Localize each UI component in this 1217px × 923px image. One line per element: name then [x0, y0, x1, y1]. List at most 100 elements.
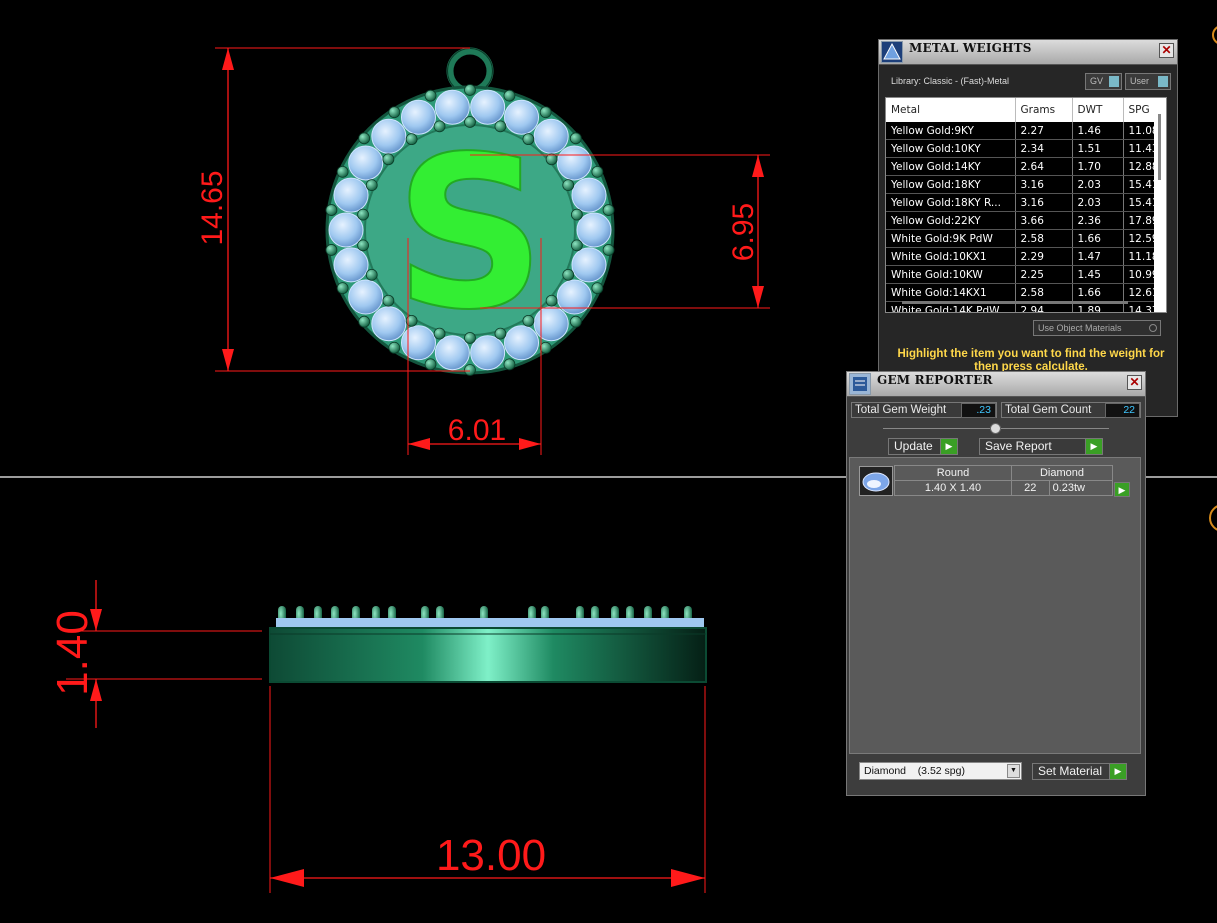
table-row[interactable]: Yellow Gold:14KY 2.64 1.70 12.88 [886, 157, 1164, 176]
table-cell: 2.03 [1072, 175, 1124, 194]
table-row[interactable]: Yellow Gold:18KY R... 3.16 2.03 15.41 [886, 193, 1164, 212]
round-diamond-icon [859, 466, 893, 496]
prong [545, 294, 558, 307]
metal-table-header[interactable]: Grams [1015, 98, 1073, 122]
metal-table-horizontal-scrollbar[interactable] [902, 301, 1128, 304]
dimension-letter-height-label: 6.95 [727, 203, 760, 261]
table-row[interactable]: Yellow Gold:10KY 2.34 1.51 11.43 [886, 139, 1164, 158]
gem-reporter-titlebar[interactable]: GEM REPORTER ✕ [847, 372, 1145, 397]
gem-row-arrow-icon[interactable]: ▶ [1114, 482, 1130, 497]
metal-table[interactable]: Metal Grams DWT SPG Yellow Gold:9KY 2.27 1.46… [885, 97, 1167, 313]
metal-table-header[interactable]: DWT [1072, 98, 1124, 122]
metal-weights-close-icon[interactable]: ✕ [1159, 43, 1174, 58]
metal-table-header[interactable]: Metal [886, 98, 1016, 122]
halo-gem [571, 247, 607, 283]
dropdown-arrow-icon: ▼ [1007, 764, 1020, 778]
prong [562, 268, 575, 281]
table-cell: 2.64 [1015, 157, 1073, 176]
user-toggle[interactable]: User [1125, 73, 1171, 90]
table-cell: 2.58 [1015, 283, 1073, 302]
halo-gem [571, 177, 607, 213]
save-report-button[interactable]: Save Report ▶ [979, 438, 1103, 455]
material-select[interactable]: Diamond (3.52 spg) ▼ [859, 762, 1022, 780]
table-row[interactable]: Yellow Gold:9KY 2.27 1.46 11.08 [886, 122, 1164, 140]
metal-weights-title: METAL WEIGHTS [909, 41, 1032, 55]
table-row[interactable]: White Gold:10KW 2.25 1.45 10.99 [886, 265, 1164, 284]
prong [464, 364, 476, 376]
collapse-handle-icon[interactable] [990, 423, 1001, 434]
table-cell: 1.66 [1072, 283, 1124, 302]
use-object-materials-toggle[interactable]: Use Object Materials [1033, 320, 1161, 336]
gem-reporter-close-icon[interactable]: ✕ [1127, 375, 1142, 390]
side-band [269, 627, 707, 683]
table-cell: 1.70 [1072, 157, 1124, 176]
gem-reporter-title: GEM REPORTER [877, 373, 993, 387]
table-cell: 2.36 [1072, 211, 1124, 230]
pendant-front-view[interactable]: S [325, 47, 615, 376]
prong [336, 165, 349, 178]
side-gem-strip [276, 618, 704, 628]
prong [562, 179, 575, 192]
gv-toggle[interactable]: GV [1085, 73, 1122, 90]
halo-gem [333, 177, 369, 213]
prong [503, 358, 516, 371]
gem-row[interactable]: Round Diamond 1.40 X 1.40 22 0.23tw [894, 465, 1114, 496]
use-object-materials-label: Use Object Materials [1038, 323, 1122, 333]
prong [464, 84, 476, 96]
gem-shape: Round [894, 465, 1012, 481]
table-cell: 1.51 [1072, 139, 1124, 158]
metal-weights-titlebar[interactable]: METAL WEIGHTS ✕ [879, 40, 1177, 65]
prong [602, 204, 615, 216]
gem-list[interactable]: Round Diamond 1.40 X 1.40 22 0.23tw ▶ [849, 457, 1141, 754]
gv-toggle-label: GV [1090, 76, 1104, 86]
table-row[interactable]: White Gold:10KX1 2.29 1.47 11.18 [886, 247, 1164, 266]
table-row[interactable]: Yellow Gold:18KY 3.16 2.03 15.41 [886, 175, 1164, 194]
dimension-side-thickness-label: 1.40 [48, 610, 97, 696]
prong [571, 208, 583, 221]
gem-size: 1.40 X 1.40 [894, 480, 1012, 496]
pendant-letter: S [394, 111, 545, 356]
table-cell: 2.29 [1015, 247, 1073, 266]
table-cell: 2.03 [1072, 193, 1124, 212]
table-cell: Yellow Gold:9KY [886, 122, 1016, 140]
material-select-value: Diamond (3.52 spg) [864, 765, 965, 777]
table-cell: 1.47 [1072, 247, 1124, 266]
table-cell: Yellow Gold:14KY [886, 157, 1016, 176]
prong [591, 165, 604, 178]
halo-gem [328, 212, 364, 248]
dimension-front-height-label: 14.65 [196, 170, 229, 245]
table-cell: Yellow Gold:18KY [886, 175, 1016, 194]
library-label: Library: Classic - (Fast)-Metal [891, 76, 1010, 86]
table-cell: 3.16 [1015, 175, 1073, 194]
table-cell: 2.58 [1015, 229, 1073, 248]
prong [357, 239, 369, 252]
table-cell: Yellow Gold:10KY [886, 139, 1016, 158]
update-button-label: Update [894, 439, 933, 453]
prong [424, 358, 437, 371]
total-gem-weight-value: .23 [961, 403, 996, 418]
set-material-button-label: Set Material [1038, 764, 1103, 778]
play-arrow-icon: ▶ [1085, 439, 1102, 454]
set-material-button[interactable]: Set Material ▶ [1032, 763, 1127, 780]
play-arrow-icon: ▶ [940, 439, 957, 454]
gem-reporter-panel[interactable]: GEM REPORTER ✕ Total Gem Weight .23 Tota… [846, 371, 1146, 796]
table-cell: 1.45 [1072, 265, 1124, 284]
halo-gem [333, 247, 369, 283]
table-row[interactable]: White Gold:14KX1 2.58 1.66 12.61 [886, 283, 1164, 302]
table-row[interactable]: White Gold:9K PdW 2.58 1.66 12.59 [886, 229, 1164, 248]
total-gem-count-value: 22 [1105, 403, 1140, 418]
prong [503, 89, 516, 102]
table-cell: 2.34 [1015, 139, 1073, 158]
table-row[interactable]: Yellow Gold:22KY 3.66 2.36 17.89 [886, 211, 1164, 230]
halo-gem [576, 212, 612, 248]
metal-table-vertical-scrollbar[interactable] [1154, 98, 1166, 312]
metal-weights-panel[interactable]: METAL WEIGHTS ✕ Library: Classic - (Fast… [878, 39, 1178, 417]
gem-type: Diamond [1011, 465, 1113, 481]
prong [358, 132, 371, 145]
prong [382, 294, 395, 307]
update-button[interactable]: Update ▶ [888, 438, 958, 455]
prong [325, 244, 338, 256]
prong [358, 315, 371, 328]
dimension-letter-width-label: 6.01 [448, 414, 506, 447]
pendant-side-view[interactable] [269, 606, 707, 683]
